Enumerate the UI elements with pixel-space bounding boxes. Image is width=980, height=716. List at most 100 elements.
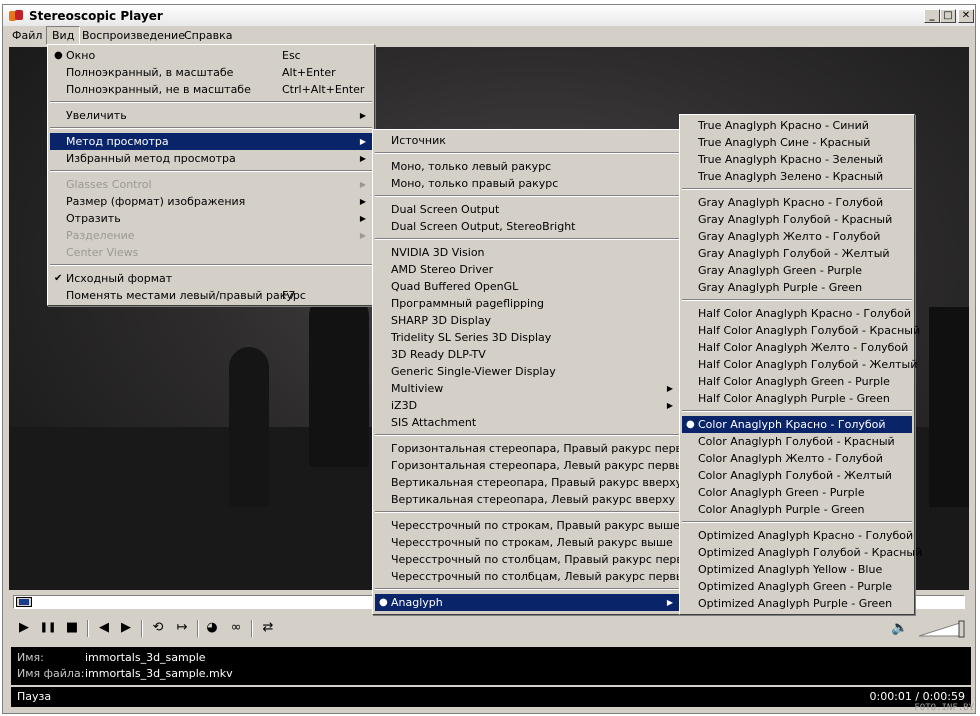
anaglyph-true-red-green[interactable]: True Anaglyph Красно - Зеленый (682, 151, 912, 168)
method-over-under-left-top[interactable]: Вертикальная стереопара, Левый ракурс вв… (375, 491, 679, 508)
menu-playback[interactable]: Воспроизведение (77, 27, 190, 44)
menu-item-label: Optimized Anaglyph Красно - Голубой (698, 529, 914, 542)
menu-file[interactable]: Файл (7, 27, 47, 44)
anaglyph-half-red-cyan[interactable]: Half Color Anaglyph Красно - Голубой (682, 305, 912, 322)
menu-item-label: True Anaglyph Сине - Красный (698, 136, 871, 149)
submenu-arrow-icon: ▶ (359, 154, 366, 163)
anaglyph-color-blue-yellow[interactable]: Color Anaglyph Голубой - Желтый (682, 467, 912, 484)
menu-item-view-method[interactable]: Метод просмотра ▶ (50, 133, 372, 150)
anaglyph-optimized-green-purple[interactable]: Optimized Anaglyph Green - Purple (682, 578, 912, 595)
anaglyph-true-red-blue[interactable]: True Anaglyph Красно - Синий (682, 117, 912, 134)
anaglyph-color-red-cyan[interactable]: ● Color Anaglyph Красно - Голубой (682, 416, 912, 433)
method-source[interactable]: Источник (375, 132, 679, 149)
menu-item-label: Размер (формат) изображения (66, 195, 246, 208)
anaglyph-optimized-purple-green[interactable]: Optimized Anaglyph Purple - Green (682, 595, 912, 612)
method-dual-screen-stereobright[interactable]: Dual Screen Output, StereoBright (375, 218, 679, 235)
method-mono-right[interactable]: Моно, только правый ракурс (375, 175, 679, 192)
prev-frame-icon[interactable]: ◀ (93, 617, 115, 639)
method-column-interlaced-right[interactable]: Чересстрочный по столбцам, Правый ракурс… (375, 551, 699, 568)
anaglyph-color-yellow-blue[interactable]: Color Anaglyph Желто - Голубой (682, 450, 912, 467)
menu-item-shortcut: Ctrl+Alt+Enter (282, 83, 365, 96)
menu-separator (375, 511, 679, 513)
menu-item-label: Optimized Anaglyph Green - Purple (698, 580, 893, 593)
menu-item-label: Горизонтальная стереопара, Правый ракурс… (391, 442, 698, 455)
menu-item-fullscreen-unscaled[interactable]: Полноэкранный, не в масштабе Ctrl+Alt+En… (50, 81, 372, 98)
menu-item-label: True Anaglyph Красно - Синий (698, 119, 869, 132)
minimize-button[interactable]: _ (924, 9, 940, 23)
menu-item-label: Half Color Anaglyph Красно - Голубой (698, 307, 911, 320)
next-frame-icon[interactable]: ▶ (115, 617, 137, 639)
glasses-icon[interactable]: ◕ (201, 617, 223, 639)
seek-thumb[interactable] (16, 597, 32, 607)
anaglyph-gray-blue-yellow[interactable]: Gray Anaglyph Голубой - Желтый (682, 245, 912, 262)
anaglyph-color-green-purple[interactable]: Color Anaglyph Green - Purple (682, 484, 912, 501)
play-icon[interactable]: ▶ (13, 617, 35, 639)
method-mono-left[interactable]: Моно, только левый ракурс (375, 158, 679, 175)
speaker-icon[interactable]: 🔈 (891, 617, 909, 639)
anaglyph-half-green-purple[interactable]: Half Color Anaglyph Green - Purple (682, 373, 912, 390)
anaglyph-true-green-red[interactable]: True Anaglyph Зелено - Красный (682, 168, 912, 185)
close-button[interactable]: ✕ (958, 9, 974, 23)
method-pageflipping[interactable]: Программный pageflipping (375, 295, 679, 312)
method-generic-single-viewer[interactable]: Generic Single-Viewer Display (375, 363, 679, 380)
method-quad-buffered[interactable]: Quad Buffered OpenGL (375, 278, 679, 295)
menu-item-label: Dual Screen Output (391, 203, 500, 216)
swap-lr-icon[interactable]: ⇄ (257, 617, 279, 639)
method-side-by-side-left-first[interactable]: Горизонтальная стереопара, Левый ракурс … (375, 457, 691, 474)
anaglyph-optimized-yellow-blue[interactable]: Optimized Anaglyph Yellow - Blue (682, 561, 912, 578)
menu-item-window[interactable]: ● Окно Esc (50, 47, 372, 64)
anaglyph-gray-green-purple[interactable]: Gray Anaglyph Green - Purple (682, 262, 912, 279)
method-amd-stereo[interactable]: AMD Stereo Driver (375, 261, 679, 278)
video-figure (929, 307, 969, 507)
volume-slider[interactable] (917, 620, 965, 638)
loop-icon[interactable]: ⟲ (147, 617, 169, 639)
menu-item-swap-views[interactable]: Поменять местами левый/правый ракурс F7 (50, 287, 372, 304)
anaglyph-half-cyan-red[interactable]: Half Color Anaglyph Голубой - Красный (682, 322, 920, 339)
toolbar-separator (251, 620, 253, 637)
ab-repeat-icon[interactable]: ↦ (171, 617, 193, 639)
anaglyph-color-cyan-red[interactable]: Color Anaglyph Голубой - Красный (682, 433, 912, 450)
menu-item-zoom[interactable]: Увеличить ▶ (50, 107, 372, 124)
anaglyph-optimized-cyan-red[interactable]: Optimized Anaglyph Голубой - Красный (682, 544, 922, 561)
filename-label: Имя файла: (17, 667, 85, 680)
menu-help[interactable]: Справка (179, 27, 237, 44)
menu-item-original-format[interactable]: ✔ Исходный формат (50, 270, 372, 287)
method-sis-attachment[interactable]: SIS Attachment (375, 414, 679, 431)
menu-item-fullscreen-scaled[interactable]: Полноэкранный, в масштабе Alt+Enter (50, 64, 372, 81)
anaglyph-half-blue-yellow[interactable]: Half Color Anaglyph Голубой - Желтый (682, 356, 917, 373)
method-anaglyph[interactable]: ● Anaglyph ▶ (375, 594, 679, 611)
method-3d-ready-dlp[interactable]: 3D Ready DLP-TV (375, 346, 679, 363)
anaglyph-glasses-icon[interactable]: ∞ (225, 617, 247, 639)
anaglyph-optimized-red-cyan[interactable]: Optimized Anaglyph Красно - Голубой (682, 527, 914, 544)
anaglyph-gray-yellow-blue[interactable]: Gray Anaglyph Желто - Голубой (682, 228, 912, 245)
method-nvidia-3d-vision[interactable]: NVIDIA 3D Vision (375, 244, 679, 261)
method-row-interlaced-left[interactable]: Чересстрочный по строкам, Левый ракурс в… (375, 534, 679, 551)
anaglyph-gray-red-cyan[interactable]: Gray Anaglyph Красно - Голубой (682, 194, 912, 211)
method-over-under-right-top[interactable]: Вертикальная стереопара, Правый ракурс в… (375, 474, 682, 491)
method-sharp-3d[interactable]: SHARP 3D Display (375, 312, 679, 329)
menu-item-favorite-method[interactable]: Избранный метод просмотра ▶ (50, 150, 372, 167)
method-tridelity[interactable]: Tridelity SL Series 3D Display (375, 329, 679, 346)
menu-item-flip[interactable]: Отразить ▶ (50, 210, 372, 227)
method-iz3d[interactable]: iZ3D ▶ (375, 397, 679, 414)
anaglyph-color-purple-green[interactable]: Color Anaglyph Purple - Green (682, 501, 912, 518)
time-display: 0:00:01 / 0:00:59 (869, 690, 965, 703)
anaglyph-true-blue-red[interactable]: True Anaglyph Сине - Красный (682, 134, 912, 151)
method-column-interlaced-left[interactable]: Чересстрочный по столбцам, Левый ракурс … (375, 568, 692, 585)
anaglyph-gray-cyan-red[interactable]: Gray Anaglyph Голубой - Красный (682, 211, 912, 228)
menu-item-label: Увеличить (66, 109, 127, 122)
stop-icon[interactable]: ■ (61, 617, 83, 639)
menu-view[interactable]: Вид (46, 26, 81, 45)
video-figure (309, 287, 369, 467)
method-row-interlaced-right[interactable]: Чересстрочный по строкам, Правый ракурс … (375, 517, 680, 534)
anaglyph-half-purple-green[interactable]: Half Color Anaglyph Purple - Green (682, 390, 912, 407)
method-side-by-side-right-first[interactable]: Горизонтальная стереопара, Правый ракурс… (375, 440, 698, 457)
pause-icon[interactable]: ❚❚ (37, 617, 59, 639)
anaglyph-half-yellow-blue[interactable]: Half Color Anaglyph Желто - Голубой (682, 339, 912, 356)
method-dual-screen[interactable]: Dual Screen Output (375, 201, 679, 218)
maximize-button[interactable]: □ (940, 9, 956, 23)
anaglyph-gray-purple-green[interactable]: Gray Anaglyph Purple - Green (682, 279, 912, 296)
method-multiview[interactable]: Multiview ▶ (375, 380, 679, 397)
menu-item-aspect-ratio[interactable]: Размер (формат) изображения ▶ (50, 193, 372, 210)
title-bar[interactable]: Stereoscopic Player _ □ ✕ (3, 5, 975, 26)
